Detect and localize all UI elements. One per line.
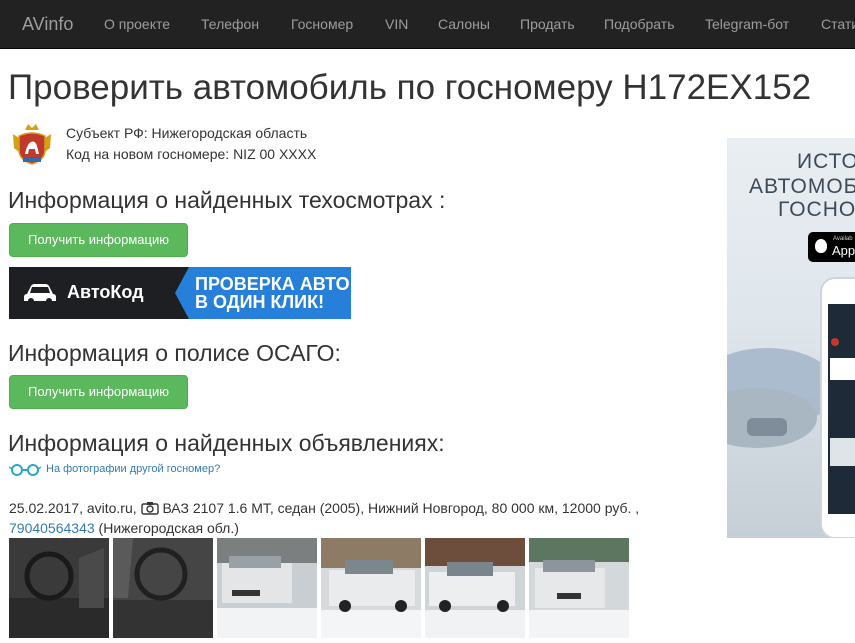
listing-photo-thumbnail[interactable] [321,538,421,638]
ad-text-line2: АВТОМОБ [749,175,855,198]
sidebar-ad-banner[interactable]: ИСТО АВТОМОБ ГОСНО Availab App [727,138,855,538]
app-store-big-text: App [832,243,855,258]
new-plate-code: Код на новом госномере: NIZ 00 XXXX [66,146,317,162]
inspections-get-info-button[interactable]: Получить информацию [9,223,188,257]
listing-photo-thumbnail[interactable] [217,538,317,638]
osago-get-info-button[interactable]: Получить информацию [9,375,188,409]
listing-details: ВАЗ 2107 1.6 MT, седан (2005), Нижний Но… [162,500,640,516]
nav-item-stats[interactable]: Стати [821,16,855,32]
ad-text-line3: ГОСНО [778,198,855,221]
ad-phone-and-car-image [727,277,855,538]
nav-item-phone[interactable]: Телефон [201,16,259,32]
listing-region: (Нижегородская обл.) [98,520,239,536]
autokod-banner[interactable]: АвтоКод ПРОВЕРКА АВТО В ОДИН КЛИК! [9,267,351,319]
listing-photo-thumbnail[interactable] [425,538,525,638]
nav-item-telegram-bot[interactable]: Telegram-бот [705,16,789,32]
camera-icon [140,502,159,515]
listing-photo-thumbnail[interactable] [529,538,629,638]
nav-item-sell[interactable]: Продать [520,16,575,32]
top-navbar: AVinfo О проекте Телефон Госномер VIN Са… [0,0,855,49]
ad-text-line1: ИСТО [797,150,855,173]
nav-item-dealers[interactable]: Салоны [438,16,490,32]
glasses-icon [9,464,41,476]
listing-photo-thumbnail[interactable] [9,538,109,638]
apple-icon [815,239,827,253]
region-subject: Субъект РФ: Нижегородская область [66,125,308,141]
autokod-brand: АвтоКод [67,282,144,302]
app-store-badge[interactable]: Availab App [808,232,855,262]
ads-heading: Информация о найденных объявлениях: [8,430,445,456]
listing-phone-link[interactable]: 79040564343 [9,520,95,536]
autokod-slogan-line2: В ОДИН КЛИК! [195,292,325,312]
listing-date-source: 25.02.2017, avito.ru, [9,500,137,516]
nav-item-select[interactable]: Подобрать [604,16,675,32]
osago-heading: Информация о полисе ОСАГО: [8,340,341,366]
listing-entry: 25.02.2017, avito.ru, ВАЗ 2107 1.6 MT, с… [9,498,639,538]
inspections-heading: Информация о найденных техосмотрах : [8,187,446,213]
other-plate-link[interactable]: На фотографии другой госномер? [46,463,220,475]
nav-item-about[interactable]: О проекте [104,16,170,32]
car-icon [24,284,56,304]
app-store-small-text: Availab [833,236,853,242]
nav-item-plate[interactable]: Госномер [291,16,353,32]
listing-photo-thumbnail[interactable] [113,538,213,638]
nav-item-vin[interactable]: VIN [385,16,408,32]
region-coat-of-arms-icon [13,124,51,165]
autokod-slogan-line1: ПРОВЕРКА АВТО [195,274,350,294]
page-title: Проверить автомобиль по госномеру Н172ЕХ… [8,68,812,107]
brand-logo[interactable]: AVinfo [22,14,73,35]
